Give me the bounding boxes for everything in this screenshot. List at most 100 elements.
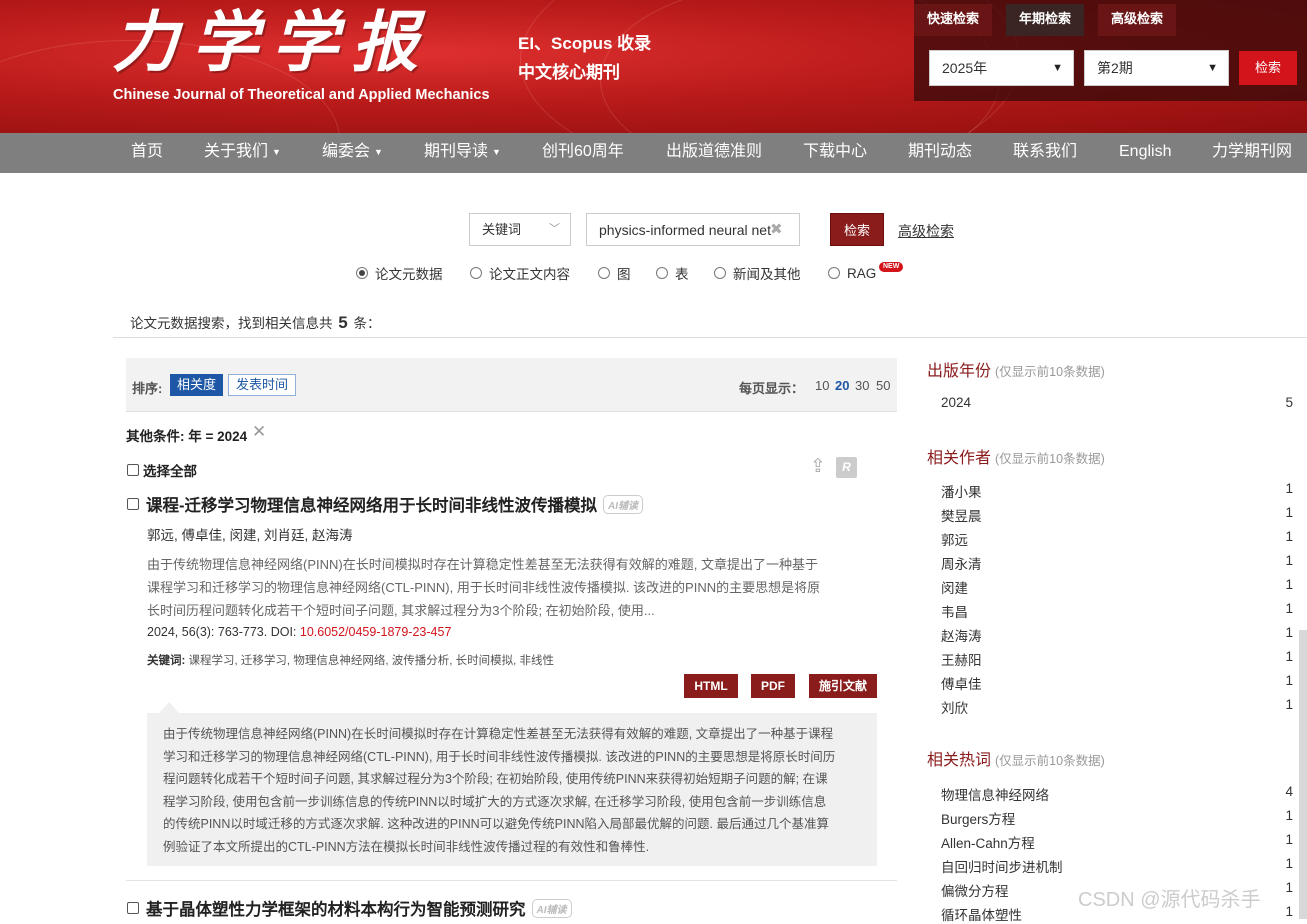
per-page-50[interactable]: 50 (876, 378, 890, 393)
scope-figure[interactable]: 图 (598, 264, 631, 282)
facet-item[interactable]: 闵建 1 (941, 577, 1293, 597)
tab-quick-search[interactable]: 快速检索 (914, 4, 993, 36)
facet-item-label: 闵建 (941, 581, 968, 596)
search-button[interactable]: 检索 (830, 213, 884, 246)
facet-item-label: 偏微分方程 (941, 884, 1009, 899)
sort-date-button[interactable]: 发表时间 (228, 374, 297, 396)
facet-item-count: 1 (1285, 505, 1293, 520)
article-keywords: 关键词: 课程学习, 迁移学习, 物理信息神经网络, 波传播分析, 长时间模拟,… (147, 652, 554, 668)
facet-item[interactable]: Allen-Cahn方程 1 (941, 832, 1293, 852)
facet-item-count: 1 (1285, 553, 1293, 568)
nav-editorial-board[interactable]: 编委会 ▼ (322, 133, 383, 173)
nav-60th-anniversary[interactable]: 创刊60周年 (542, 133, 624, 173)
facet-title-label: 相关作者 (927, 450, 992, 467)
chevron-down-icon: ▼ (1052, 62, 1063, 74)
keywords-list[interactable]: 课程学习, 迁移学习, 物理信息神经网络, 波传播分析, 长时间模拟, 非线性 (189, 655, 554, 667)
keywords-label: 关键词: (147, 655, 186, 667)
nav-ethics[interactable]: 出版道德准则 (666, 133, 762, 173)
export-icon[interactable]: ⇪ (810, 456, 832, 478)
facet-item-count: 1 (1285, 808, 1293, 823)
citing-articles-button[interactable]: 施引文献 (809, 674, 877, 698)
search-field-select[interactable]: 关键词 ﹀ (469, 213, 571, 246)
remove-filter-icon[interactable]: ✕ (252, 422, 266, 442)
tab-advanced-search[interactable]: 高级检索 (1098, 4, 1177, 36)
article-checkbox[interactable] (127, 498, 139, 510)
facet-item[interactable]: 潘小果 1 (941, 481, 1293, 501)
nav-label: 编委会 (322, 143, 371, 161)
facet-item-label: 傅卓佳 (941, 677, 982, 692)
facet-item[interactable]: 郭远 1 (941, 529, 1293, 549)
facet-item[interactable]: Burgers方程 1 (941, 808, 1293, 828)
facet-item[interactable]: 韦昌 1 (941, 601, 1293, 621)
issue-select[interactable]: 第2期 ▼ (1084, 50, 1229, 86)
facet-item[interactable]: 王赫阳 1 (941, 649, 1293, 669)
nav-home[interactable]: 首页 (131, 133, 163, 173)
facet-item-label: Burgers方程 (941, 812, 1016, 827)
article-title-link[interactable]: 课程-迁移学习物理信息神经网络用于长时间非线性波传播模拟 (146, 492, 597, 516)
nav-downloads[interactable]: 下载中心 (803, 133, 867, 173)
checkbox[interactable] (127, 464, 139, 476)
nav-english[interactable]: English (1119, 133, 1171, 173)
year-select[interactable]: 2025年 ▼ (929, 50, 1074, 86)
nav-label: 期刊导读 (424, 143, 489, 161)
scope-rag[interactable]: RAG (828, 264, 876, 282)
scope-label: RAG (847, 265, 877, 281)
per-page-10[interactable]: 10 (815, 378, 829, 393)
new-badge: NEW (879, 262, 904, 272)
search-input[interactable] (586, 213, 800, 246)
index-tag-ei: EI、Scopus 收录 (518, 34, 652, 53)
ai-read-badge[interactable]: AI辅读 (531, 898, 572, 918)
result-summary: 论文元数据搜索，找到相关信息共 5 条： (130, 312, 381, 333)
facet-item[interactable]: 2024 5 (941, 395, 1293, 410)
facet-item-count: 1 (1285, 880, 1293, 895)
issue-select-value: 第2期 (1097, 60, 1133, 76)
facet-title-label: 出版年份 (927, 363, 992, 380)
html-button[interactable]: HTML (684, 674, 738, 698)
scope-table[interactable]: 表 (656, 264, 689, 282)
select-all[interactable]: 选择全部 (127, 460, 197, 480)
sort-bar: 排序: 相关度 发表时间 每页显示： 10 20 30 50 (126, 358, 897, 412)
nav-mechanics-portal[interactable]: 力学期刊网 (1212, 133, 1292, 173)
facet-item-count: 1 (1285, 529, 1293, 544)
chevron-down-icon: ﹀ (549, 223, 560, 235)
nav-news[interactable]: 期刊动态 (908, 133, 972, 173)
scope-metadata[interactable]: 论文元数据 (356, 264, 443, 282)
facet-item[interactable]: 自回归时间步进机制 1 (941, 856, 1293, 876)
per-page-20[interactable]: 20 (835, 378, 849, 393)
article-checkbox[interactable] (127, 902, 139, 914)
tab-year-issue-search[interactable]: 年期检索 (1006, 4, 1085, 36)
facet-item[interactable]: 周永清 1 (941, 553, 1293, 573)
facet-item-count: 1 (1285, 649, 1293, 664)
scope-fulltext[interactable]: 论文正文内容 (470, 264, 570, 282)
facet-item[interactable]: 物理信息神经网络 4 (941, 784, 1293, 804)
facet-keywords-title: 相关热词 (仅显示前10条数据) (927, 746, 1105, 770)
nav-journal-guide[interactable]: 期刊导读 ▼ (424, 133, 501, 173)
nav-about[interactable]: 关于我们 ▼ (204, 133, 281, 173)
clear-icon[interactable]: ✖ (770, 220, 783, 238)
doi-link[interactable]: 10.6052/0459-1879-23-457 (300, 625, 452, 639)
nav-contact[interactable]: 联系我们 (1013, 133, 1077, 173)
advanced-search-link[interactable]: 高级检索 (898, 221, 954, 241)
facet-item[interactable]: 傅卓佳 1 (941, 673, 1293, 693)
nav-label: 期刊动态 (908, 143, 973, 160)
reference-manager-icon[interactable]: R (836, 457, 857, 478)
scrollbar-thumb[interactable] (1299, 630, 1307, 919)
article-title-link[interactable]: 基于晶体塑性力学框架的材料本构行为智能预测研究 (146, 896, 526, 920)
ai-read-badge[interactable]: AI辅读 (603, 494, 643, 514)
quick-search-button[interactable]: 检索 (1239, 51, 1297, 85)
nav-label: 力学期刊网 (1212, 143, 1293, 160)
full-abstract-line: 程问题转化成若干个短时间子问题, 其求解过程分为3个阶段; 在初始阶段, 使用传… (163, 772, 828, 786)
article-title-row: 课程-迁移学习物理信息神经网络用于长时间非线性波传播模拟 AI辅读 (127, 492, 643, 516)
pdf-button[interactable]: PDF (751, 674, 795, 698)
facet-item[interactable]: 赵海涛 1 (941, 625, 1293, 645)
facet-item[interactable]: 刘欣 1 (941, 697, 1293, 717)
facet-item[interactable]: 樊昱晨 1 (941, 505, 1293, 525)
per-page-30[interactable]: 30 (855, 378, 869, 393)
scope-news[interactable]: 新闻及其他 (714, 264, 801, 282)
scope-label: 图 (617, 267, 631, 282)
sort-relevance-button[interactable]: 相关度 (170, 374, 224, 396)
facet-item-count: 1 (1285, 481, 1293, 496)
article-authors[interactable]: 郭远, 傅卓佳, 闵建, 刘肖廷, 赵海涛 (147, 524, 353, 544)
journal-logo[interactable]: 力学学报 (112, 2, 432, 82)
abstract-line: 课程学习和迁移学习的物理信息神经网络(CTL-PINN), 用于长时间非线性波传… (147, 580, 821, 595)
